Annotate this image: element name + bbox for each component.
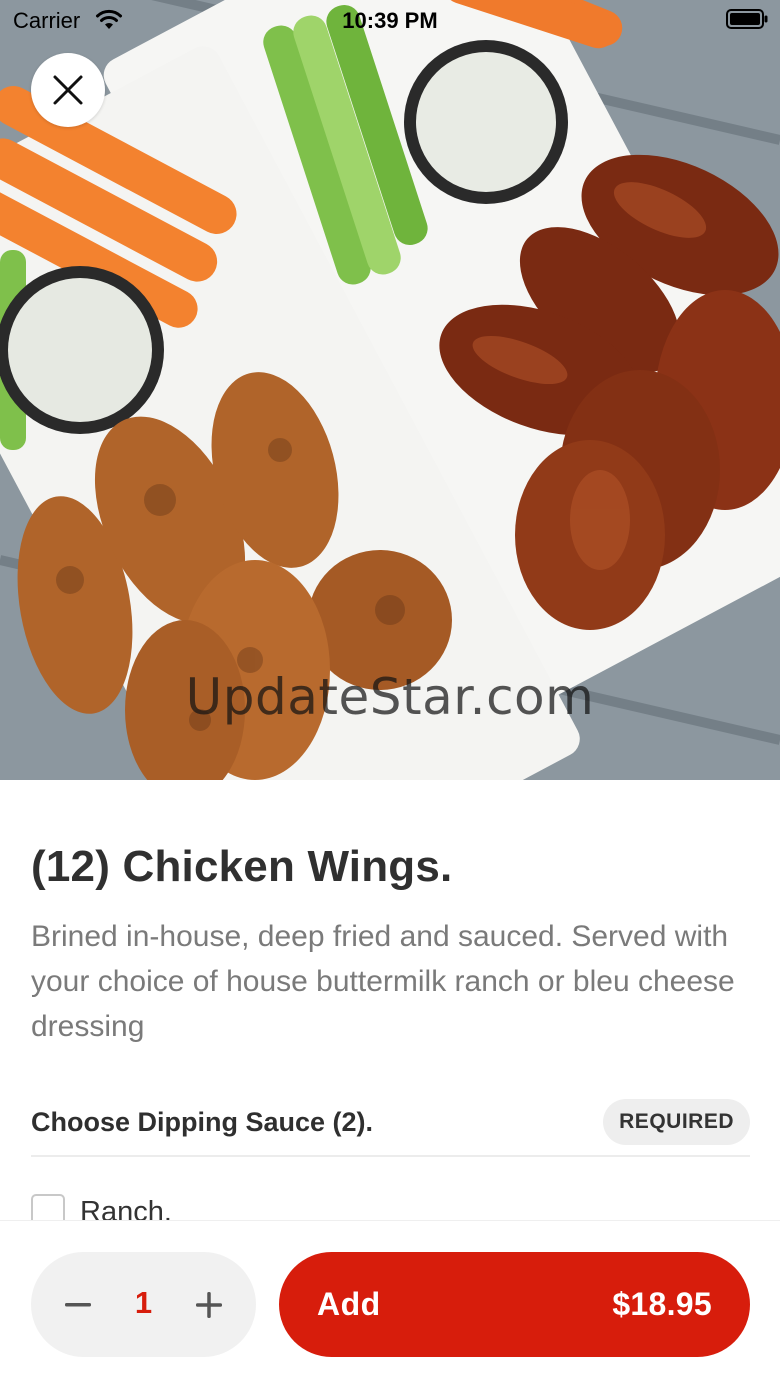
item-title: (12) Chicken Wings. — [31, 842, 453, 891]
required-badge: REQUIRED — [603, 1099, 750, 1145]
close-icon — [53, 75, 83, 105]
close-button[interactable] — [31, 53, 105, 127]
quantity-stepper: 1 — [31, 1252, 256, 1357]
watermark-text: UpdateStar.com — [185, 668, 595, 726]
status-bar: Carrier 10:39 PM — [0, 0, 780, 40]
increase-quantity-button[interactable] — [174, 1252, 244, 1357]
options-section-title: Choose Dipping Sauce (2). — [31, 1107, 374, 1137]
add-button-label: Add — [317, 1286, 381, 1322]
plus-icon — [196, 1291, 222, 1318]
options-section-header: Choose Dipping Sauce (2). REQUIRED — [31, 1095, 750, 1157]
battery-icon — [726, 9, 768, 34]
clock: 10:39 PM — [342, 8, 438, 33]
hero-image: UpdateStar.com — [0, 0, 780, 780]
item-description: Brined in-house, deep fried and sauced. … — [31, 920, 735, 1043]
add-button-price: $18.95 — [612, 1286, 712, 1322]
bottom-action-bar: 1 Add $18.95 — [0, 1220, 780, 1387]
add-to-order-button[interactable]: Add $18.95 — [279, 1252, 750, 1357]
food-photo — [0, 0, 780, 780]
